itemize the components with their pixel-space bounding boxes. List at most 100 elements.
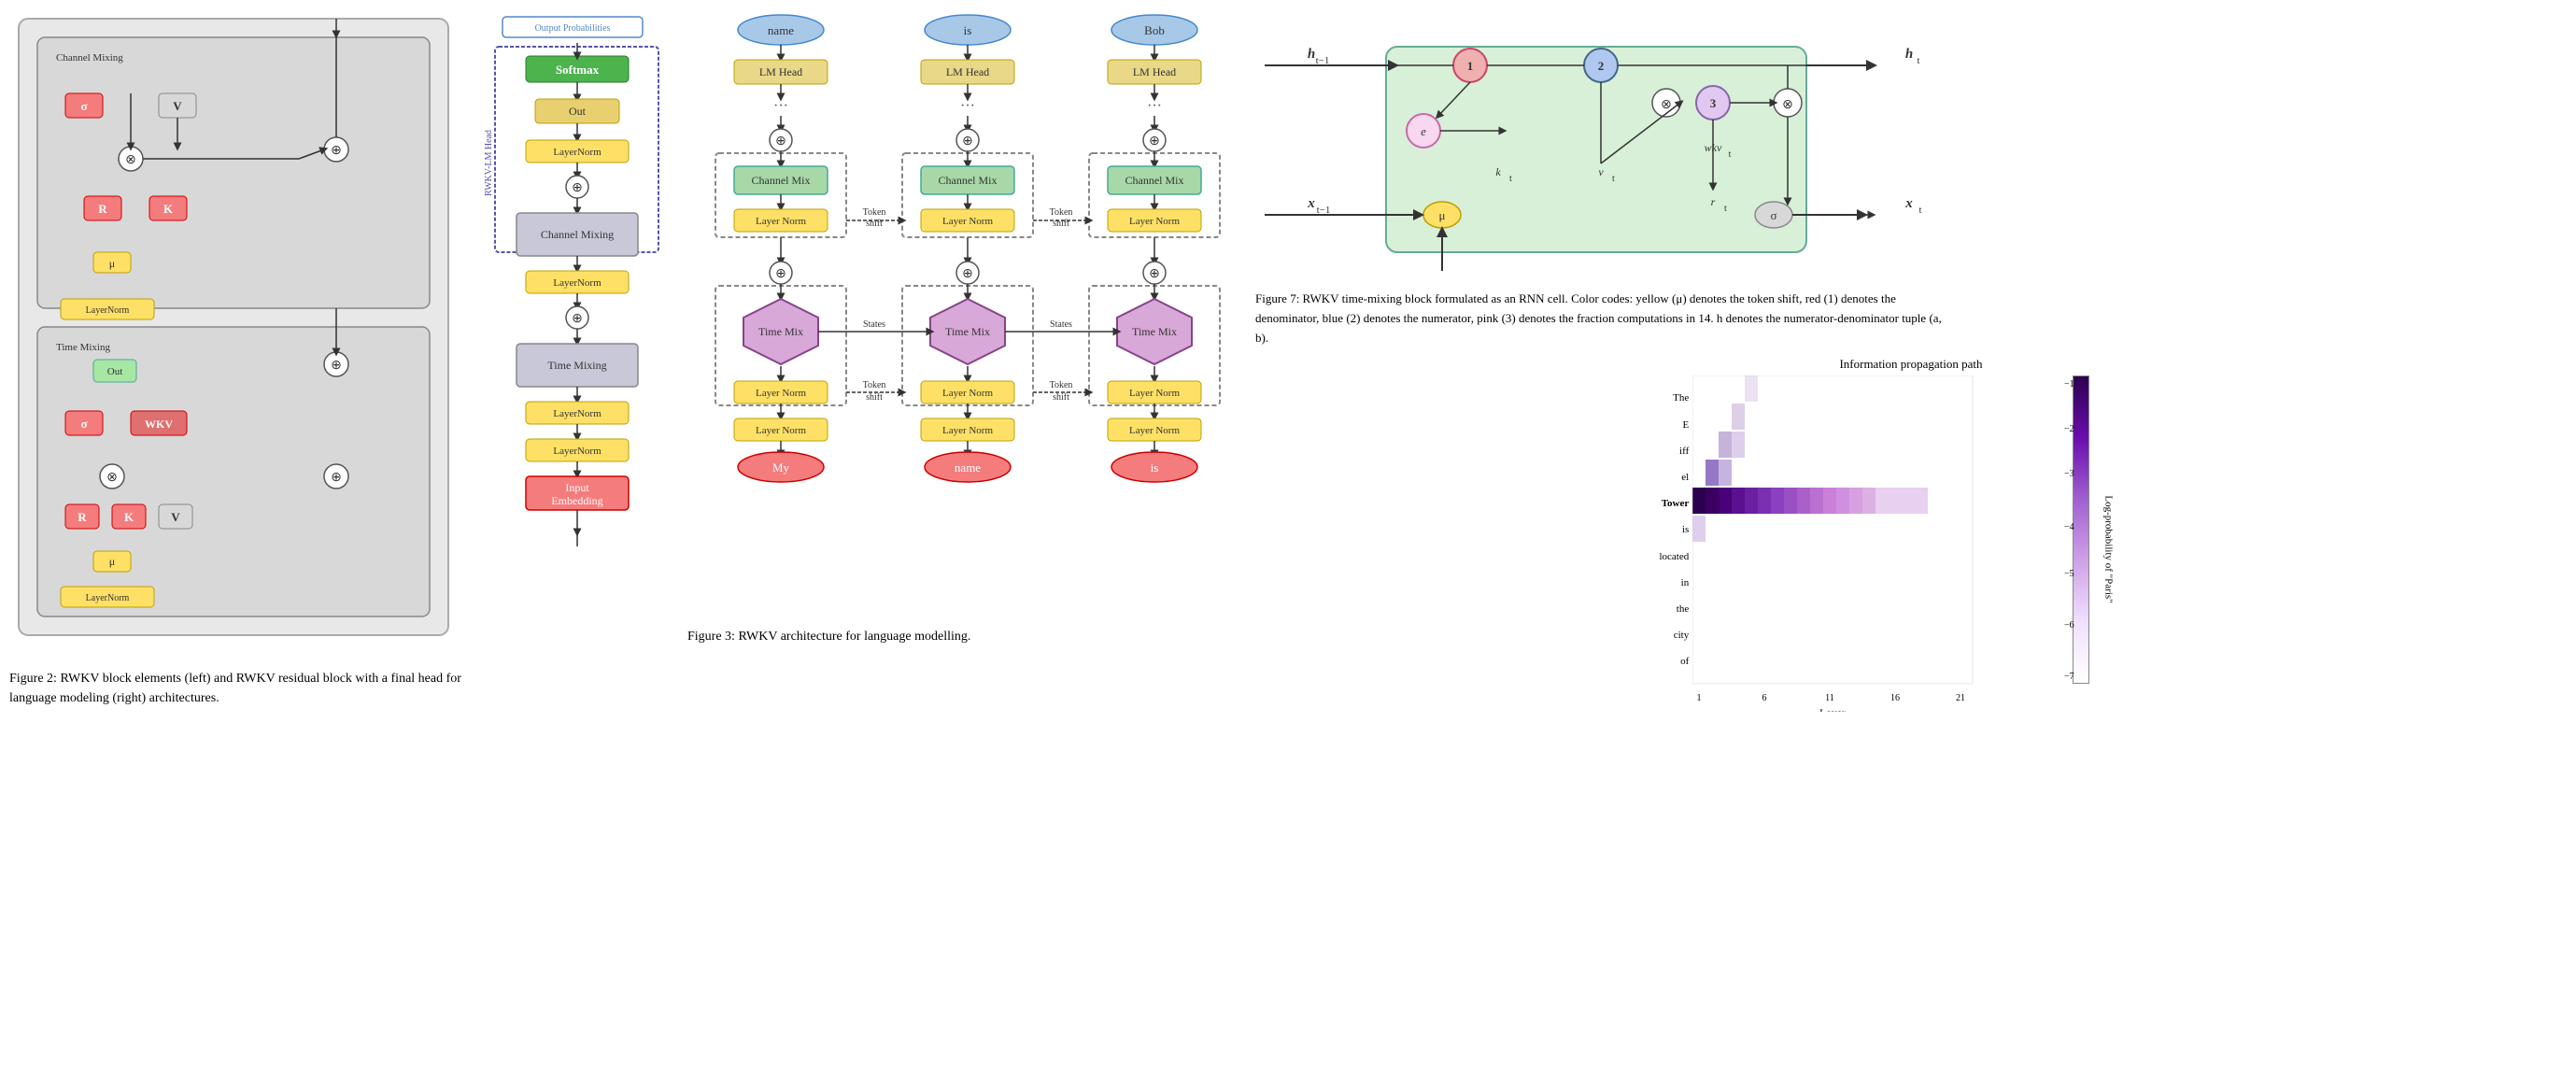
svg-text:μ: μ <box>1439 208 1446 222</box>
ytick-3: el <box>1681 472 1689 483</box>
svg-text:2: 2 <box>1598 59 1605 73</box>
svg-text:Out: Out <box>107 366 123 377</box>
svg-text:shift: shift <box>866 219 883 229</box>
ytick-6: located <box>1659 551 1689 562</box>
fig7-heatmap-section: h t−1 h t 1 2 3 ⊗ wkv t <box>1255 9 2567 1082</box>
time-mixing-label: Time Mixing <box>56 342 110 353</box>
ytick-8: the <box>1677 603 1689 615</box>
svg-text:Layer: Layer <box>1819 706 1846 712</box>
ytick-1: E <box>1683 419 1690 431</box>
svg-text:6: 6 <box>1762 693 1767 703</box>
svg-text:Time Mix: Time Mix <box>945 325 990 338</box>
svg-text:−3: −3 <box>2064 469 2074 479</box>
svg-text:K: K <box>163 202 174 216</box>
svg-text:R: R <box>78 510 87 524</box>
svg-text:σ: σ <box>80 417 87 431</box>
svg-text:16: 16 <box>1890 693 1900 703</box>
svg-text:⊕: ⊕ <box>775 267 786 281</box>
svg-text:11: 11 <box>1825 693 1834 703</box>
ytick-9: city <box>1674 630 1690 641</box>
svg-text:Channel Mix: Channel Mix <box>1125 174 1184 187</box>
svg-text:t: t <box>1917 55 1919 66</box>
svg-text:t: t <box>1729 149 1732 160</box>
svg-text:Embedding: Embedding <box>551 494 602 507</box>
svg-text:LM Head: LM Head <box>946 65 989 78</box>
svg-text:⊕: ⊕ <box>331 359 342 373</box>
svg-text:···: ··· <box>773 98 788 114</box>
svg-text:t: t <box>1509 174 1512 184</box>
fig3-arch-svg: name LM Head ··· ⊕ Channel Mix Layer Nor… <box>687 9 1248 626</box>
svg-text:⊕: ⊕ <box>1149 135 1160 149</box>
svg-text:t: t <box>1918 205 1921 216</box>
svg-text:h: h <box>1905 47 1913 62</box>
fig7-section: h t−1 h t 1 2 3 ⊗ wkv t <box>1255 9 2567 347</box>
ytick-5: is <box>1682 524 1689 535</box>
svg-text:⊗: ⊗ <box>1782 98 1793 112</box>
ytick-10: of <box>1680 656 1689 667</box>
svg-text:is: is <box>964 23 972 37</box>
ytick-0: The <box>1673 392 1689 404</box>
heatmap-grid: // This script block won't run in SVG co… <box>1692 375 1991 712</box>
svg-text:Out: Out <box>569 105 587 118</box>
svg-text:Channel Mixing: Channel Mixing <box>541 228 614 241</box>
svg-text:name: name <box>955 460 981 475</box>
svg-text:⊕: ⊕ <box>775 135 786 149</box>
svg-text:x: x <box>1904 196 1913 211</box>
svg-text:21: 21 <box>1956 693 1965 703</box>
svg-text:t: t <box>1612 174 1615 184</box>
svg-text:Layer Norm: Layer Norm <box>1129 425 1181 436</box>
svg-text:shift: shift <box>1053 219 1069 229</box>
svg-text:Layer Norm: Layer Norm <box>942 388 994 399</box>
svg-text:e: e <box>1421 124 1426 138</box>
svg-text:−2: −2 <box>2064 424 2074 434</box>
svg-text:V: V <box>173 99 182 113</box>
svg-text:Layer Norm: Layer Norm <box>1129 216 1181 227</box>
fig3-lm-wrapper: Output Probabilities RWKV-LM Head Softma… <box>474 9 680 1082</box>
svg-text:LM Head: LM Head <box>759 65 802 78</box>
svg-text:Channel Mix: Channel Mix <box>752 174 811 187</box>
fig2-caption: Figure 2: RWKV block elements (left) and… <box>9 669 467 708</box>
svg-text:Token: Token <box>1050 380 1073 390</box>
svg-text:Time Mix: Time Mix <box>758 325 803 338</box>
svg-text:LayerNorm: LayerNorm <box>553 408 602 419</box>
fig7-svg: h t−1 h t 1 2 3 ⊗ wkv t <box>1255 9 2021 280</box>
svg-text:⊕: ⊕ <box>331 471 342 485</box>
svg-text:LayerNorm: LayerNorm <box>86 305 130 316</box>
svg-text:⊕: ⊕ <box>331 144 342 158</box>
svg-text:Channel Mix: Channel Mix <box>939 174 998 187</box>
svg-text:t−1: t−1 <box>1316 55 1330 66</box>
svg-text:Layer Norm: Layer Norm <box>942 425 994 436</box>
svg-text:K: K <box>124 510 134 524</box>
svg-text:LayerNorm: LayerNorm <box>86 593 130 603</box>
svg-text:name: name <box>768 23 794 37</box>
svg-text:3: 3 <box>1710 96 1717 110</box>
heatmap-title: Information propagation path <box>1839 357 1982 372</box>
svg-text:⊗: ⊗ <box>125 153 136 167</box>
svg-text:r: r <box>1711 195 1716 208</box>
svg-text:x: x <box>1437 278 1446 280</box>
svg-text:k: k <box>1495 165 1501 178</box>
svg-text:−7: −7 <box>2064 672 2074 682</box>
svg-text:shift: shift <box>866 392 883 403</box>
svg-text:States: States <box>1050 319 1072 330</box>
svg-text:σ: σ <box>80 99 87 113</box>
svg-text:⊕: ⊕ <box>572 181 583 195</box>
svg-text:−6: −6 <box>2064 620 2074 631</box>
fig3-arch-caption: Figure 3: RWKV architecture for language… <box>687 630 1248 645</box>
svg-text:V: V <box>171 510 180 524</box>
svg-text:Layer Norm: Layer Norm <box>942 216 994 227</box>
svg-text:Token: Token <box>1050 207 1073 218</box>
svg-text:LayerNorm: LayerNorm <box>553 277 602 289</box>
svg-text:σ: σ <box>1770 208 1776 222</box>
ytick-2: iff <box>1679 446 1689 457</box>
svg-text:Bob: Bob <box>1144 23 1165 37</box>
svg-text:⊕: ⊕ <box>962 135 973 149</box>
svg-text:LM Head: LM Head <box>1133 65 1176 78</box>
ytick-4: Tower <box>1662 498 1690 509</box>
svg-text:Layer Norm: Layer Norm <box>756 216 807 227</box>
svg-text:R: R <box>98 202 107 216</box>
svg-text:μ: μ <box>109 257 115 270</box>
svg-text:LayerNorm: LayerNorm <box>553 446 602 457</box>
ytick-7: in <box>1681 577 1690 588</box>
svg-text:⊕: ⊕ <box>572 312 583 326</box>
